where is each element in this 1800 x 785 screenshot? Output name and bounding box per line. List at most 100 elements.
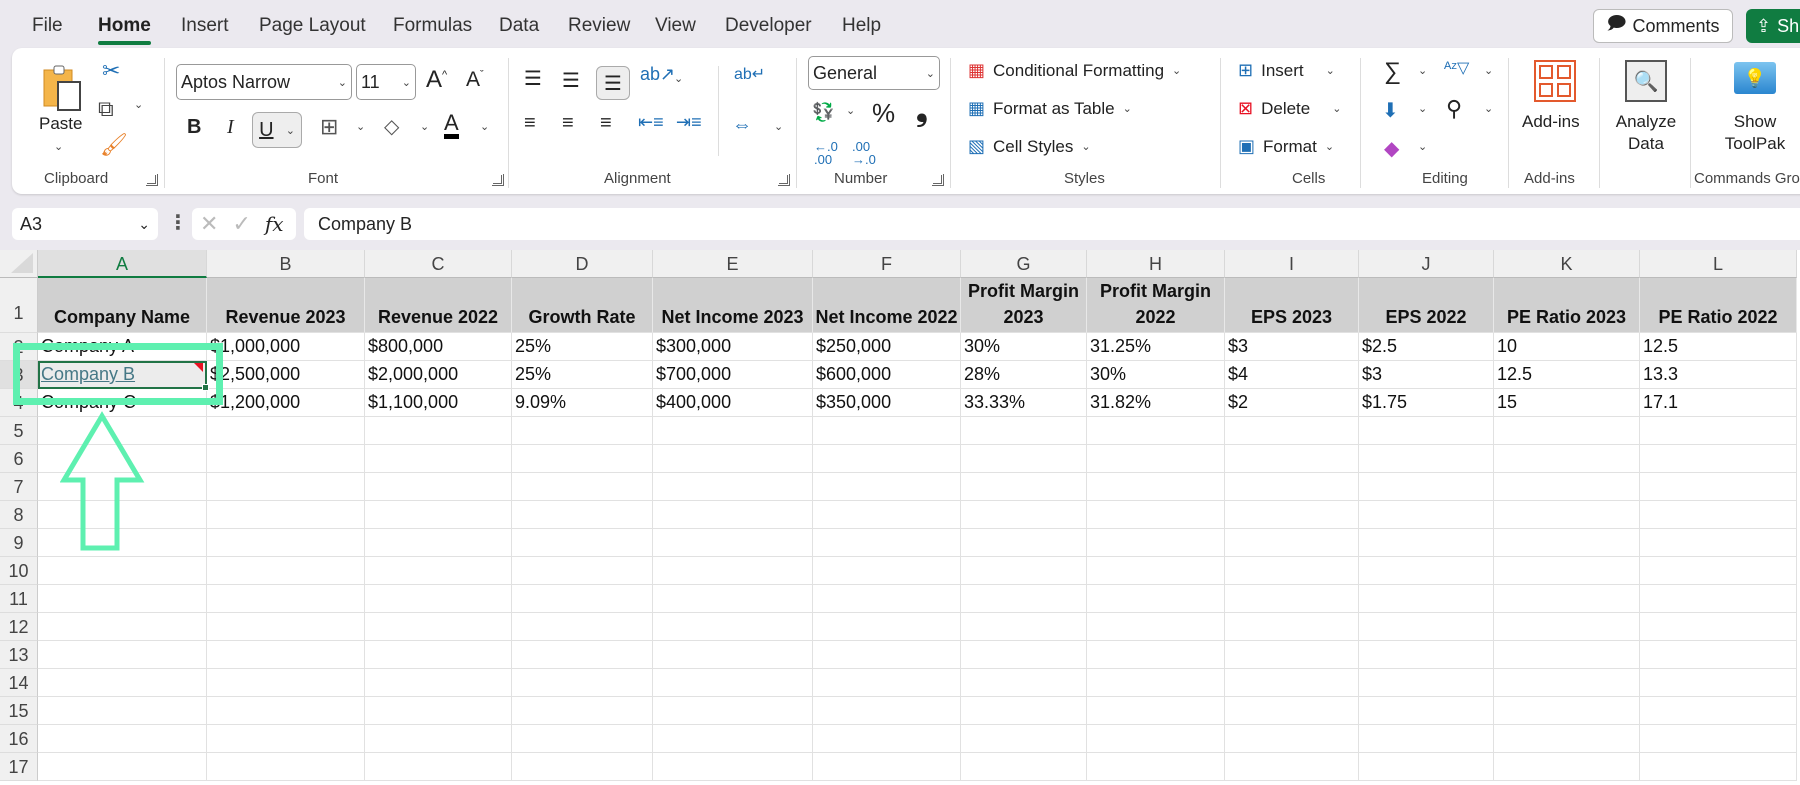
accounting-chevron-icon[interactable]: ⌄ [846, 104, 855, 117]
cell-i4[interactable]: $2 [1225, 389, 1359, 417]
row-header-11[interactable]: 11 [0, 585, 38, 613]
find-select-icon[interactable]: ⚲ [1446, 96, 1462, 122]
font-color-chevron-icon[interactable]: ⌄ [480, 120, 489, 133]
column-header-b[interactable]: B [207, 250, 365, 278]
cell-h16[interactable] [1087, 725, 1225, 753]
column-header-l[interactable]: L [1640, 250, 1797, 278]
cell-l9[interactable] [1640, 529, 1797, 557]
select-all-button[interactable] [0, 250, 38, 278]
cell-b13[interactable] [207, 641, 365, 669]
row-header-5[interactable]: 5 [0, 417, 38, 445]
align-bottom-button[interactable]: ☰ [596, 66, 630, 100]
cell-g8[interactable] [961, 501, 1087, 529]
cell-l1[interactable]: PE Ratio 2022 [1640, 278, 1797, 333]
cell-l6[interactable] [1640, 445, 1797, 473]
cell-j5[interactable] [1359, 417, 1494, 445]
cell-l8[interactable] [1640, 501, 1797, 529]
format-cells-button[interactable]: ▣ Format ⌄ [1238, 136, 1334, 157]
cell-h6[interactable] [1087, 445, 1225, 473]
cell-k10[interactable] [1494, 557, 1640, 585]
column-header-d[interactable]: D [512, 250, 653, 278]
cell-h14[interactable] [1087, 669, 1225, 697]
find-chevron-icon[interactable]: ⌄ [1484, 102, 1493, 115]
font-launcher-icon[interactable] [492, 174, 504, 186]
cell-f15[interactable] [813, 697, 961, 725]
cell-j16[interactable] [1359, 725, 1494, 753]
fill-chevron-icon[interactable]: ⌄ [1418, 102, 1427, 115]
column-header-h[interactable]: H [1087, 250, 1225, 278]
cell-g4[interactable]: 33.33% [961, 389, 1087, 417]
tab-page-layout[interactable]: Page Layout [259, 15, 366, 37]
cell-b15[interactable] [207, 697, 365, 725]
cell-b4[interactable]: $1,200,000 [207, 389, 365, 417]
paste-chevron-icon[interactable]: ⌄ [54, 140, 63, 153]
cell-g1[interactable]: Profit Margin 2023 [961, 278, 1087, 333]
cell-l7[interactable] [1640, 473, 1797, 501]
cell-h4[interactable]: 31.82% [1087, 389, 1225, 417]
row-header-9[interactable]: 9 [0, 529, 38, 557]
fill-icon[interactable]: ⬇ [1382, 98, 1399, 123]
cell-j3[interactable]: $3 [1359, 361, 1494, 389]
tab-file[interactable]: File [32, 15, 63, 37]
cell-k8[interactable] [1494, 501, 1640, 529]
conditional-formatting-button[interactable]: ▦ Conditional Formatting ⌄ [968, 60, 1181, 81]
cell-i7[interactable] [1225, 473, 1359, 501]
cell-b6[interactable] [207, 445, 365, 473]
cell-e4[interactable]: $400,000 [653, 389, 813, 417]
cell-j4[interactable]: $1.75 [1359, 389, 1494, 417]
cell-f11[interactable] [813, 585, 961, 613]
orientation-chevron-icon[interactable]: ⌄ [674, 72, 683, 85]
cell-i12[interactable] [1225, 613, 1359, 641]
cell-k15[interactable] [1494, 697, 1640, 725]
cell-d10[interactable] [512, 557, 653, 585]
cell-k7[interactable] [1494, 473, 1640, 501]
cell-f3[interactable]: $600,000 [813, 361, 961, 389]
analyze-data-line1[interactable]: Analyze [1615, 112, 1677, 132]
tab-data[interactable]: Data [499, 15, 539, 37]
cell-i17[interactable] [1225, 753, 1359, 781]
cell-e9[interactable] [653, 529, 813, 557]
cell-f14[interactable] [813, 669, 961, 697]
row-header-16[interactable]: 16 [0, 725, 38, 753]
number-format-select[interactable]: General ⌄ [808, 56, 940, 90]
cell-e1[interactable]: Net Income 2023 [653, 278, 813, 333]
cell-j14[interactable] [1359, 669, 1494, 697]
cell-b8[interactable] [207, 501, 365, 529]
font-name-select[interactable]: Aptos Narrow ⌄ [176, 64, 352, 100]
percent-style-button[interactable]: % [872, 98, 895, 129]
wrap-text-icon[interactable]: ab↵ [734, 64, 765, 84]
cell-g13[interactable] [961, 641, 1087, 669]
cell-k1[interactable]: PE Ratio 2023 [1494, 278, 1640, 333]
cell-b16[interactable] [207, 725, 365, 753]
italic-button[interactable]: I [227, 116, 234, 139]
cell-h1[interactable]: Profit Margin 2022 [1087, 278, 1225, 333]
accounting-format-icon[interactable]: 💱 [812, 102, 834, 123]
column-header-i[interactable]: I [1225, 250, 1359, 278]
cell-c7[interactable] [365, 473, 512, 501]
cell-k5[interactable] [1494, 417, 1640, 445]
borders-chevron-icon[interactable]: ⌄ [356, 120, 365, 133]
cell-j15[interactable] [1359, 697, 1494, 725]
row-header-15[interactable]: 15 [0, 697, 38, 725]
cell-f12[interactable] [813, 613, 961, 641]
cell-g7[interactable] [961, 473, 1087, 501]
cell-l3[interactable]: 13.3 [1640, 361, 1797, 389]
cell-d7[interactable] [512, 473, 653, 501]
sort-filter-chevron-icon[interactable]: ⌄ [1484, 64, 1493, 77]
cell-h7[interactable] [1087, 473, 1225, 501]
cut-icon[interactable]: ✂ [102, 58, 120, 84]
cell-c12[interactable] [365, 613, 512, 641]
cell-h12[interactable] [1087, 613, 1225, 641]
cell-k2[interactable]: 10 [1494, 333, 1640, 361]
cell-i2[interactable]: $3 [1225, 333, 1359, 361]
cell-c16[interactable] [365, 725, 512, 753]
row-header-7[interactable]: 7 [0, 473, 38, 501]
cell-l15[interactable] [1640, 697, 1797, 725]
cell-d16[interactable] [512, 725, 653, 753]
cell-e12[interactable] [653, 613, 813, 641]
cell-k16[interactable] [1494, 725, 1640, 753]
cell-d17[interactable] [512, 753, 653, 781]
cell-c5[interactable] [365, 417, 512, 445]
cell-c13[interactable] [365, 641, 512, 669]
cell-h5[interactable] [1087, 417, 1225, 445]
